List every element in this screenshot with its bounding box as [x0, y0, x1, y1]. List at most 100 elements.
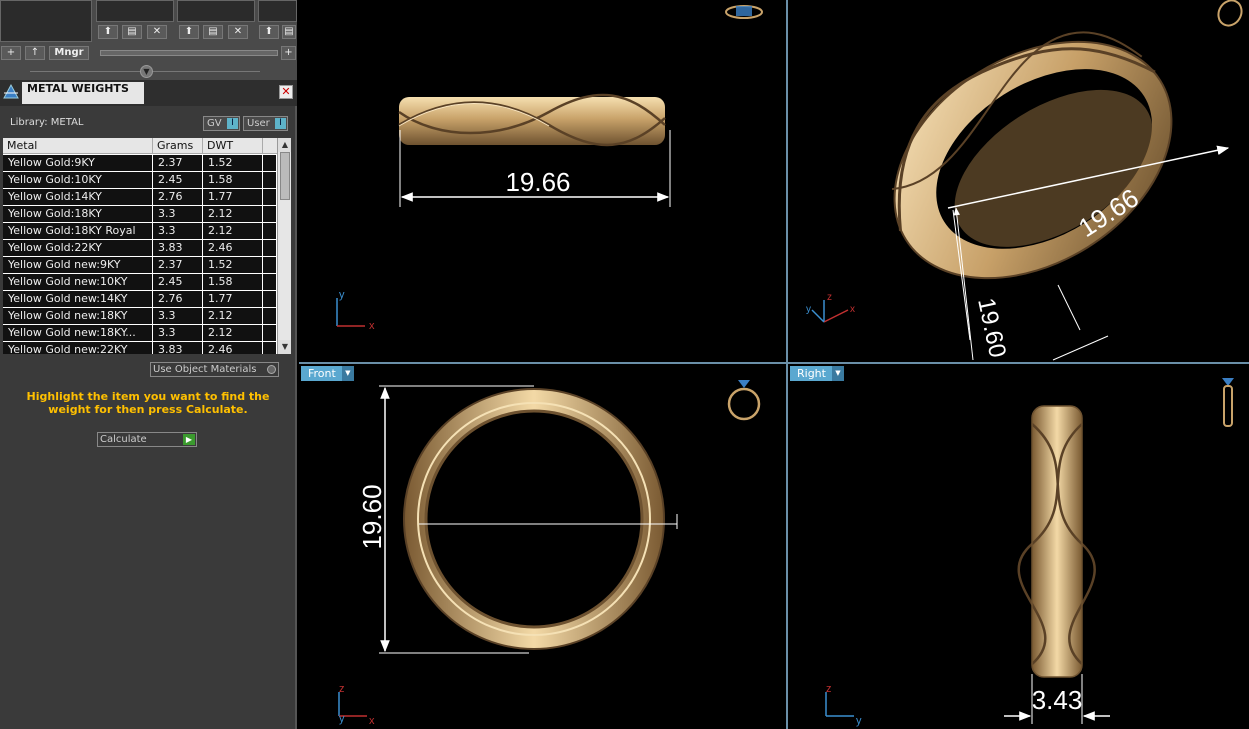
calculate-label: Calculate: [100, 434, 147, 445]
perspective-view-canvas[interactable]: 19.66 19.60 z x y: [788, 0, 1249, 362]
ring-perspective-view: [891, 31, 1173, 280]
thumbnail-slot[interactable]: [0, 0, 92, 42]
grams-cell: 2.45: [153, 274, 203, 290]
metal-cell: Yellow Gold:9KY: [3, 155, 153, 171]
axis-gizmo: y x: [336, 289, 375, 332]
axis-z-label: z: [339, 683, 345, 695]
dwt-cell: 2.12: [203, 308, 263, 324]
table-row[interactable]: Yellow Gold new:18KY 3.3 2.12: [3, 308, 276, 325]
top-view-canvas[interactable]: 19.66 y x: [299, 0, 786, 362]
viewport-label-front[interactable]: Front ▼: [301, 366, 354, 381]
dwt-cell: 2.12: [203, 206, 263, 222]
chevron-down-icon[interactable]: ▼: [831, 366, 844, 381]
grams-cell: 3.3: [153, 308, 203, 324]
dwt-cell: 1.52: [203, 155, 263, 171]
table-row[interactable]: Yellow Gold new:10KY 2.45 1.58: [3, 274, 276, 291]
dwt-cell: 2.12: [203, 325, 263, 341]
grams-cell: 2.45: [153, 172, 203, 188]
thumbnail-slot[interactable]: [258, 0, 297, 22]
table-row[interactable]: Yellow Gold new:18KY... 3.3 2.12: [3, 325, 276, 342]
user-toggle[interactable]: User I: [243, 116, 288, 131]
table-row[interactable]: Yellow Gold:18KY 3.3 2.12: [3, 206, 276, 223]
axis-z-label: z: [826, 683, 832, 695]
dwt-cell: 1.77: [203, 189, 263, 205]
metal-cell: Yellow Gold new:9KY: [3, 257, 153, 273]
chevron-down-icon[interactable]: ▼: [341, 366, 354, 381]
axis-gizmo: z x y: [806, 292, 855, 323]
table-row[interactable]: Yellow Gold:10KY 2.45 1.58: [3, 172, 276, 189]
ring-icon: [725, 5, 763, 19]
move-up-icon[interactable]: ⬆: [179, 25, 199, 39]
collapse-toggle-icon[interactable]: ▼: [140, 65, 153, 78]
column-header-grams[interactable]: Grams: [153, 138, 203, 154]
grams-cell: 2.37: [153, 155, 203, 171]
move-up-icon[interactable]: ⬆: [259, 25, 279, 39]
axis-gizmo: z y: [825, 683, 862, 727]
ring-front-view: [403, 388, 665, 650]
gv-toggle[interactable]: GV I: [203, 116, 240, 131]
metal-cell: Yellow Gold:10KY: [3, 172, 153, 188]
dwt-cell: 2.12: [203, 223, 263, 239]
dwt-cell: 1.77: [203, 291, 263, 307]
dimension-extension-line: [1052, 335, 1109, 361]
axis-y-label: y: [856, 715, 862, 727]
front-view-canvas[interactable]: 19.60 z y x: [299, 364, 786, 729]
viewport-top[interactable]: 19.66 y x: [299, 0, 786, 362]
instruction-text: Highlight the item you want to find the …: [26, 390, 270, 416]
column-header-dwt[interactable]: DWT: [203, 138, 263, 154]
viewport-label-text: Front: [308, 367, 336, 380]
axis-x-label: x: [369, 320, 375, 332]
save-icon[interactable]: ▤: [282, 25, 296, 39]
viewport-front[interactable]: Front ▼ 19.60 z y x: [299, 364, 786, 729]
add-button[interactable]: +: [1, 46, 21, 60]
viewport-label-right[interactable]: Right ▼: [790, 366, 844, 381]
metal-cell: Yellow Gold:14KY: [3, 189, 153, 205]
metal-cell: Yellow Gold:18KY: [3, 206, 153, 222]
close-icon[interactable]: ✕: [279, 85, 293, 99]
save-icon[interactable]: ▤: [203, 25, 223, 39]
thumbnail-slider[interactable]: [100, 50, 278, 56]
ring-side-view: [1017, 405, 1096, 678]
viewport-perspective[interactable]: 19.66 19.60 z x y: [788, 0, 1249, 362]
table-row[interactable]: Yellow Gold:9KY 2.37 1.52: [3, 155, 276, 172]
dimension-extension-line: [1057, 284, 1081, 331]
table-row[interactable]: Yellow Gold new:22KY 3.83 2.46: [3, 342, 276, 354]
move-up-icon[interactable]: ⬆: [98, 25, 118, 39]
table-row[interactable]: Yellow Gold new:9KY 2.37 1.52: [3, 257, 276, 274]
grams-cell: 3.3: [153, 223, 203, 239]
column-header-metal[interactable]: Metal: [3, 138, 153, 154]
gv-label: GV: [207, 118, 222, 129]
dimension-thickness-label: 3.43: [1032, 685, 1083, 715]
thumbnail-slot[interactable]: [177, 0, 255, 22]
axis-gizmo: z y x: [338, 683, 375, 727]
right-view-canvas[interactable]: 3.43 z y: [788, 364, 1249, 729]
view-thumbnail-strip: ⬆ ▤ ✕ ⬆ ▤ ✕ ⬆ ▤ + ↑ Mngr + ▼: [0, 0, 297, 80]
table-row[interactable]: Yellow Gold:22KY 3.83 2.46: [3, 240, 276, 257]
scroll-up-icon[interactable]: ▲: [278, 138, 291, 152]
scroll-thumb[interactable]: [280, 152, 290, 200]
table-row[interactable]: Yellow Gold:14KY 2.76 1.77: [3, 189, 276, 206]
grams-cell: 2.37: [153, 257, 203, 273]
library-label: Library: METAL: [10, 117, 84, 128]
use-object-materials-label: Use Object Materials: [153, 364, 257, 375]
dwt-cell: 1.58: [203, 274, 263, 290]
use-object-materials-option[interactable]: Use Object Materials: [150, 362, 279, 377]
delete-icon[interactable]: ✕: [228, 25, 248, 39]
add-right-button[interactable]: +: [281, 46, 296, 60]
radio-icon[interactable]: [267, 365, 276, 374]
scroll-down-icon[interactable]: ▼: [278, 340, 291, 354]
up-button[interactable]: ↑: [25, 46, 45, 60]
dimension-width-label: 19.66: [505, 167, 570, 197]
axis-z-label: z: [827, 292, 832, 303]
metal-cell: Yellow Gold new:18KY: [3, 308, 153, 324]
viewport-right[interactable]: Right ▼ 3.43 z y: [788, 364, 1249, 729]
table-row[interactable]: Yellow Gold new:14KY 2.76 1.77: [3, 291, 276, 308]
thumbnail-slot[interactable]: [96, 0, 174, 22]
table-scrollbar[interactable]: ▲ ▼: [277, 138, 291, 354]
table-row[interactable]: Yellow Gold:18KY Royal 3.3 2.12: [3, 223, 276, 240]
save-icon[interactable]: ▤: [122, 25, 142, 39]
delete-icon[interactable]: ✕: [147, 25, 167, 39]
calculate-button[interactable]: Calculate ▶: [97, 432, 197, 447]
user-label: User: [247, 118, 270, 129]
manager-button[interactable]: Mngr: [49, 46, 89, 60]
